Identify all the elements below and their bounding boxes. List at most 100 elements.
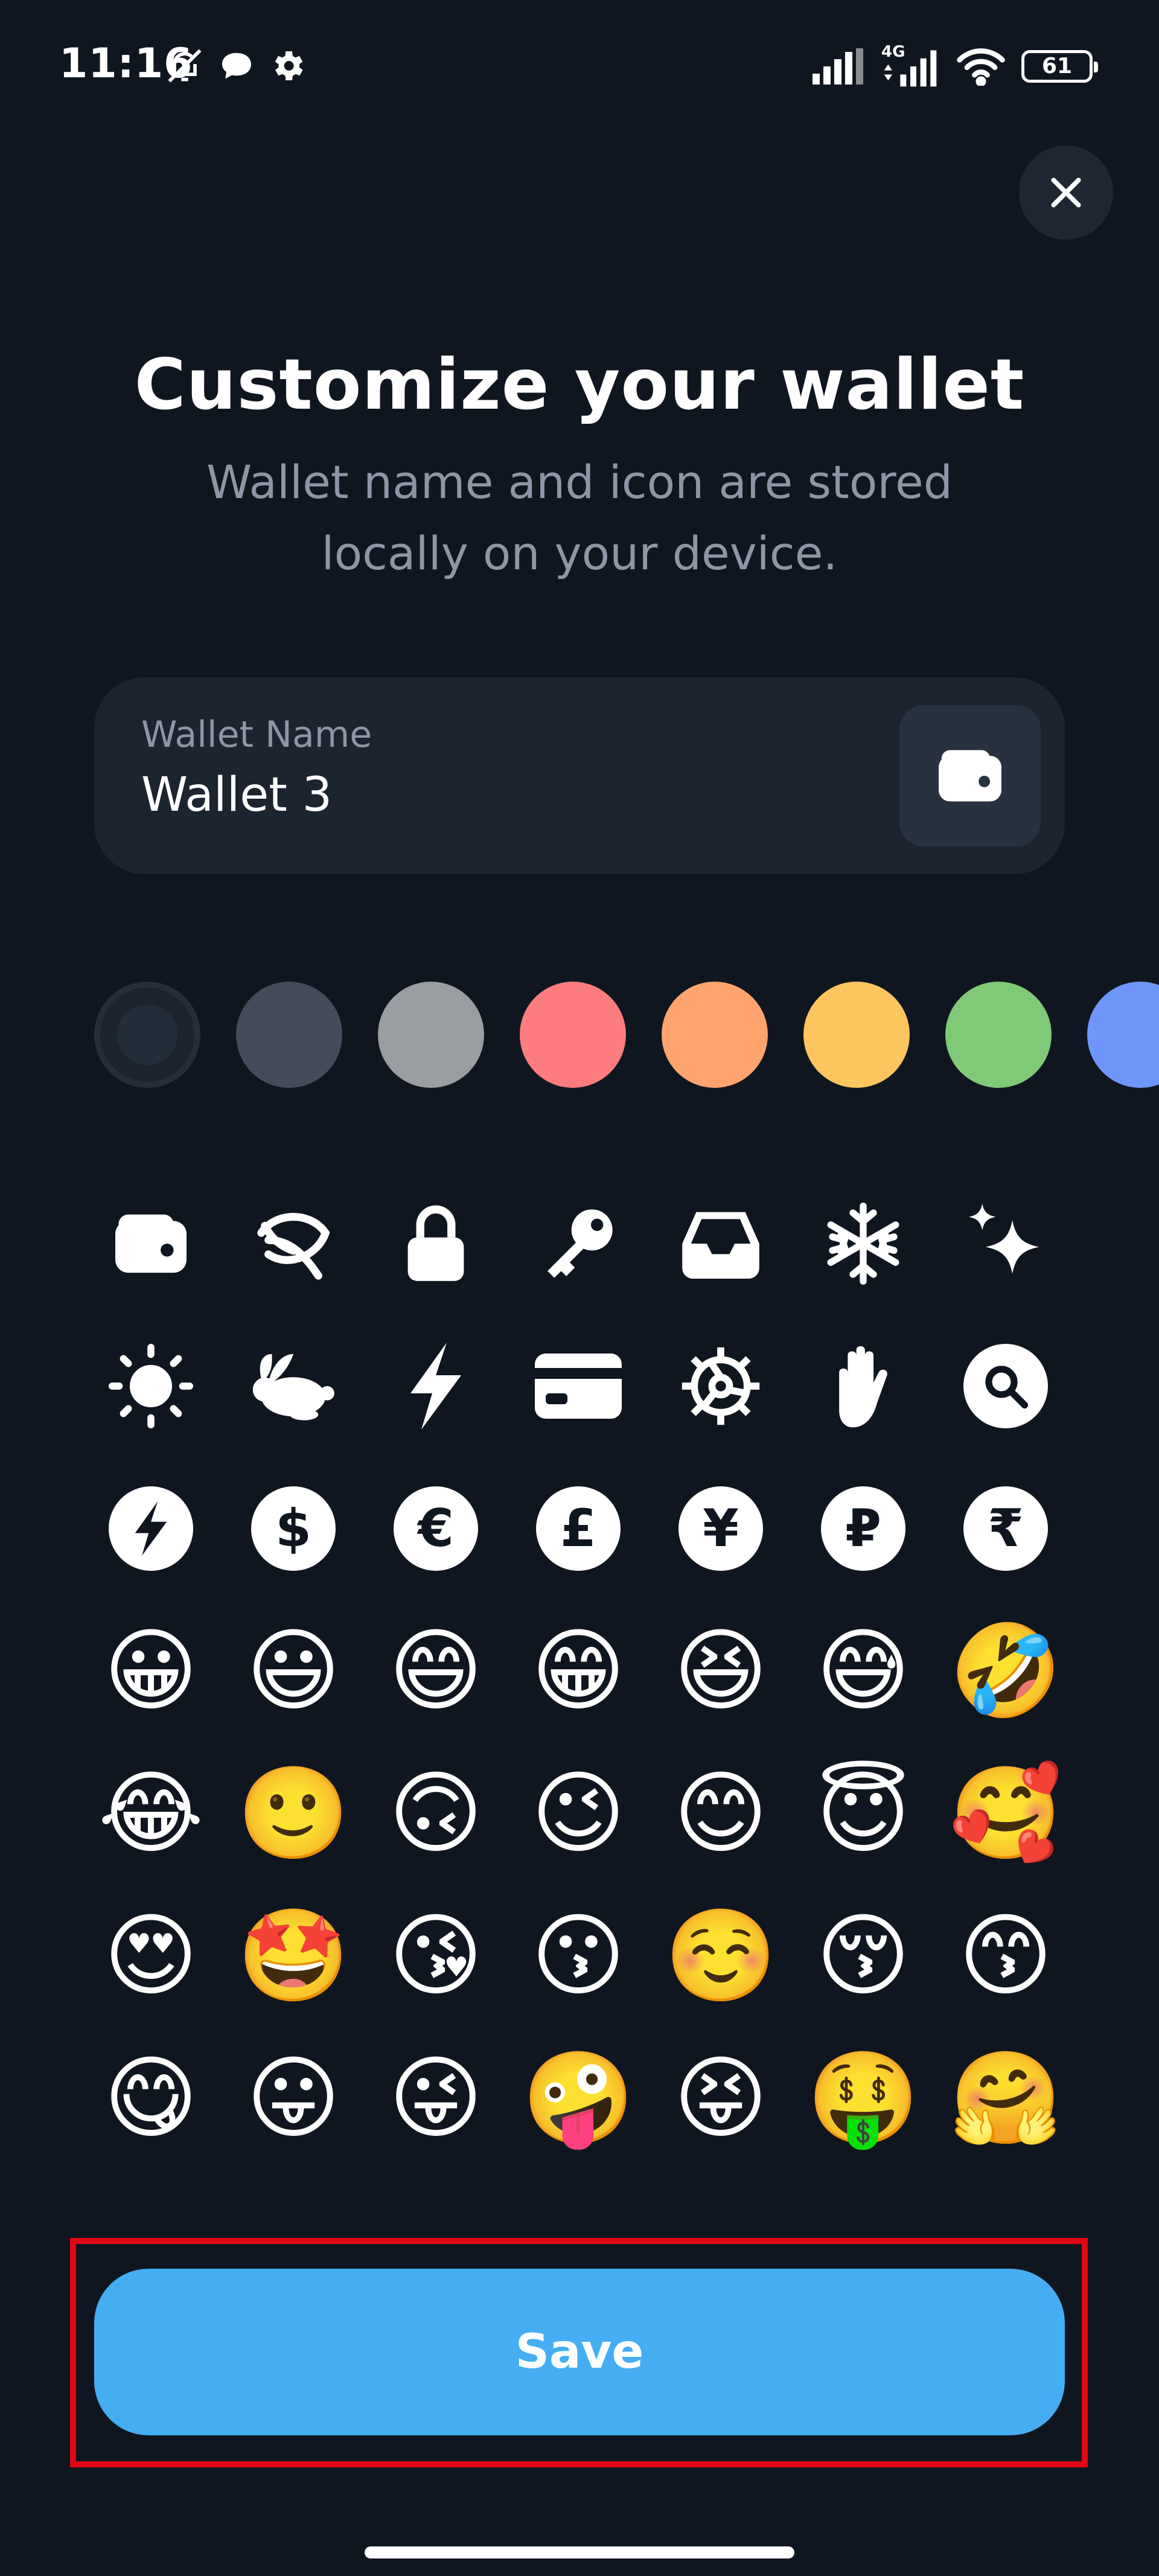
emoji-icon: 🤣 xyxy=(949,1619,1062,1724)
emoji-icon: 😃 xyxy=(246,1619,341,1724)
emoji-option[interactable]: 😄 xyxy=(375,1611,496,1731)
color-swatch[interactable] xyxy=(1087,982,1159,1088)
emoji-option[interactable]: 😅 xyxy=(803,1611,924,1731)
emoji-option[interactable]: 🙂 xyxy=(233,1753,354,1874)
emoji-option[interactable]: 😙 xyxy=(945,1896,1066,2016)
emoji-icon: 😛 xyxy=(246,2046,341,2151)
color-swatch[interactable] xyxy=(378,982,484,1088)
emoji-option[interactable]: 😝 xyxy=(660,2038,781,2159)
icon-option[interactable]: ¥ xyxy=(660,1468,781,1589)
emoji-option[interactable]: ☺️ xyxy=(660,1896,781,2016)
emoji-option[interactable]: 🤣 xyxy=(945,1611,1066,1731)
emoji-option[interactable]: 🤪 xyxy=(518,2038,639,2159)
icon-option[interactable] xyxy=(375,1183,496,1304)
emoji-icon: 😝 xyxy=(673,2046,768,2151)
color-swatch[interactable] xyxy=(945,982,1052,1088)
emoji-option[interactable]: 😛 xyxy=(233,2038,354,2159)
emoji-option[interactable]: 😂 xyxy=(91,1753,211,1874)
snowflake-icon xyxy=(827,1203,899,1285)
emoji-option[interactable]: 🤩 xyxy=(233,1896,354,2016)
icon-option[interactable] xyxy=(233,1326,354,1446)
emoji-option[interactable]: 😋 xyxy=(91,2038,211,2159)
color-swatch[interactable] xyxy=(803,982,910,1088)
credit-card-icon xyxy=(535,1354,622,1419)
icon-option[interactable] xyxy=(91,1326,211,1446)
emoji-icon: 🥰 xyxy=(949,1761,1062,1866)
wallet-name-field[interactable]: Wallet Name Wallet 3 xyxy=(94,677,1065,874)
emoji-option[interactable]: 😉 xyxy=(518,1753,639,1874)
icon-option[interactable]: € xyxy=(375,1468,496,1589)
icon-option[interactable] xyxy=(803,1183,924,1304)
wallet-name-label: Wallet Name xyxy=(141,714,372,756)
emoji-icon: 😊 xyxy=(673,1761,768,1866)
emoji-option[interactable]: 🥰 xyxy=(945,1753,1066,1874)
emoji-option[interactable]: 🙃 xyxy=(375,1753,496,1874)
emoji-icon: 🤑 xyxy=(806,2046,920,2151)
emoji-icon: 😘 xyxy=(388,1903,484,2009)
leaf-icon xyxy=(257,1213,330,1280)
icon-option[interactable]: ₽ xyxy=(803,1468,924,1589)
sun-icon xyxy=(109,1344,193,1428)
page-subtitle: Wallet name and icon are stored locally … xyxy=(206,455,953,580)
emoji-option[interactable]: 🤗 xyxy=(945,2038,1066,2159)
icon-option[interactable] xyxy=(945,1183,1066,1304)
status-left-icons xyxy=(164,45,307,87)
color-swatch[interactable] xyxy=(236,982,342,1088)
close-button[interactable] xyxy=(1019,145,1113,240)
emoji-option[interactable]: 😘 xyxy=(375,1896,496,2016)
wifi-icon xyxy=(957,48,1005,86)
emoji-icon: 🙂 xyxy=(237,1761,350,1866)
icon-option[interactable] xyxy=(375,1326,496,1446)
emoji-icon: 🤗 xyxy=(949,2046,1062,2151)
emoji-option[interactable]: 😃 xyxy=(233,1611,354,1731)
icon-option[interactable] xyxy=(803,1326,924,1446)
color-swatch[interactable] xyxy=(662,982,768,1088)
icon-option[interactable] xyxy=(91,1183,211,1304)
lock-icon xyxy=(407,1205,464,1281)
grid-fade xyxy=(0,2167,1159,2222)
wallet-icon-button[interactable] xyxy=(899,705,1041,846)
emoji-icon: 🤪 xyxy=(522,2046,635,2151)
wallet-icon xyxy=(939,750,1001,802)
emoji-option[interactable]: 😍 xyxy=(91,1896,211,2016)
home-indicator[interactable] xyxy=(365,2546,794,2558)
euro-badge-icon: € xyxy=(394,1486,478,1571)
icon-option[interactable] xyxy=(660,1326,781,1446)
icon-option[interactable]: $ xyxy=(233,1468,354,1589)
emoji-option[interactable]: 😇 xyxy=(803,1753,924,1874)
icon-option[interactable] xyxy=(518,1183,639,1304)
gear-icon xyxy=(275,51,303,80)
emoji-option[interactable]: 😊 xyxy=(660,1753,781,1874)
icon-option[interactable] xyxy=(518,1326,639,1446)
icon-option[interactable] xyxy=(233,1183,354,1304)
color-swatch-selected[interactable] xyxy=(94,982,200,1088)
icon-option[interactable] xyxy=(945,1326,1066,1446)
page-title: Customize your wallet xyxy=(134,344,1025,426)
emoji-option[interactable]: 🤑 xyxy=(803,2038,924,2159)
icon-option[interactable]: ₹ xyxy=(945,1468,1066,1589)
emoji-option[interactable]: 😁 xyxy=(518,1611,639,1731)
icon-option[interactable] xyxy=(91,1468,211,1589)
inbox-icon xyxy=(682,1212,759,1279)
icon-grid: $ € £ ¥ ₽ ₹ 😀 😃 😄 😁 😆 😅 🤣 😂 🙂 🙃 😉 😊 😇 🥰 … xyxy=(91,1183,1068,2210)
emoji-icon: 😋 xyxy=(103,2046,199,2151)
battery-icon: 61 xyxy=(1021,50,1098,83)
icon-option[interactable]: £ xyxy=(518,1468,639,1589)
color-swatch[interactable] xyxy=(520,982,626,1088)
lightning-badge-icon xyxy=(109,1486,193,1571)
icon-option[interactable] xyxy=(660,1183,781,1304)
emoji-icon: 😄 xyxy=(388,1619,484,1724)
emoji-icon: 😚 xyxy=(816,1903,911,2009)
emoji-icon: 🙃 xyxy=(388,1761,484,1866)
emoji-option[interactable]: 😚 xyxy=(803,1896,924,2016)
emoji-option[interactable]: 😗 xyxy=(518,1896,639,2016)
rabbit-icon xyxy=(252,1354,334,1421)
pound-badge-icon: £ xyxy=(536,1486,621,1571)
emoji-option[interactable]: 😜 xyxy=(375,2038,496,2159)
emoji-option[interactable]: 😆 xyxy=(660,1611,781,1731)
wallet-name-input[interactable]: Wallet 3 xyxy=(141,768,332,822)
save-button[interactable]: Save xyxy=(94,2269,1065,2435)
emoji-option[interactable]: 😀 xyxy=(91,1611,211,1731)
mute-bell-icon xyxy=(168,49,202,83)
emoji-icon: 😂 xyxy=(98,1761,204,1866)
